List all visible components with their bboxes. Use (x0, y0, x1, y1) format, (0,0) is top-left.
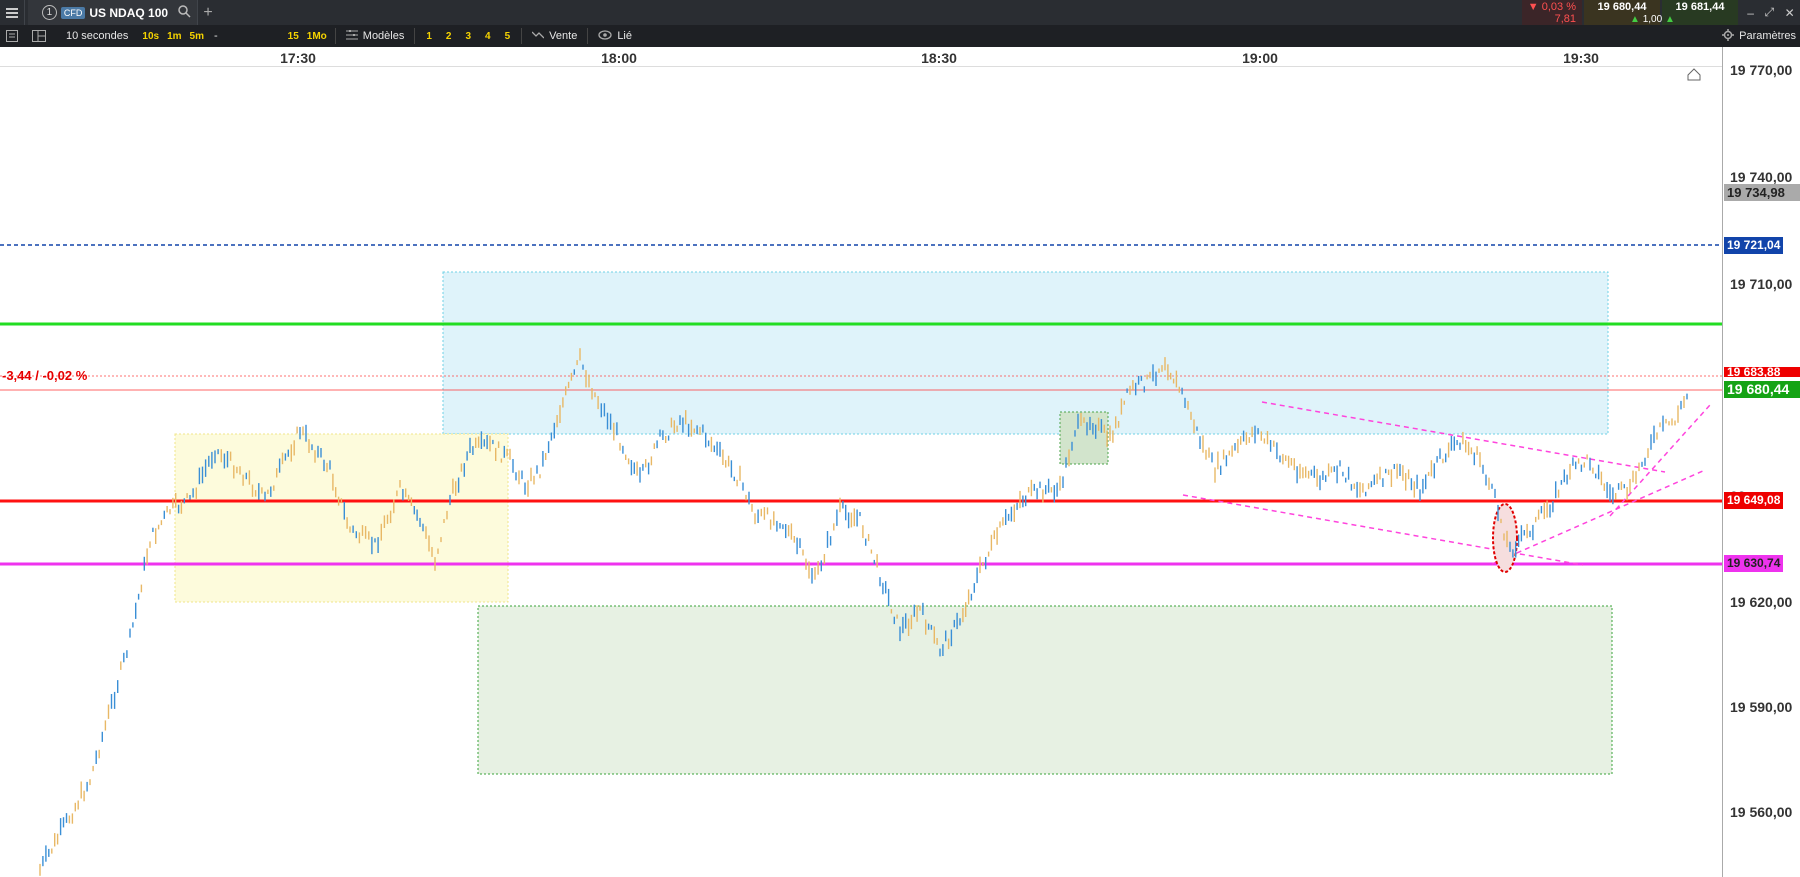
sell-label: Vente (549, 30, 578, 42)
divider (521, 28, 523, 44)
price-label: 19 590,00 (1730, 699, 1793, 715)
time-label: 19:30 (1563, 50, 1599, 66)
divider (587, 28, 589, 44)
instrument-name: US NDAQ 100 (89, 5, 169, 20)
search-icon[interactable] (178, 4, 191, 21)
slot-1[interactable]: 1 (419, 31, 439, 42)
magenta-level-tag: 19 630,74 (1724, 555, 1784, 572)
divider (414, 28, 416, 44)
chart-toolbar: 10 secondes 10s 1m 5m - 15 1Mo Modèles 1… (0, 25, 1800, 47)
linked-label: Lié (617, 30, 632, 42)
blue-level-tag: 19 721,04 (1724, 237, 1784, 254)
trend-line-lower[interactable] (1182, 494, 1584, 566)
hamburger-icon[interactable] (0, 0, 25, 25)
tab-number: 1 (41, 5, 57, 20)
ask-price: 19 681,44 (1675, 1, 1725, 13)
interval-selector[interactable]: 10 secondes (52, 25, 138, 47)
models-label: Modèles (362, 30, 405, 42)
layout-icon[interactable] (26, 25, 52, 47)
price-label: 19 620,00 (1730, 594, 1793, 610)
slot-3[interactable]: 3 (458, 31, 478, 42)
price-label: 19 560,00 (1730, 804, 1793, 820)
time-axis: 17:30 18:00 18:30 19:00 19:30 (0, 47, 1722, 67)
change-percent: ▼ 0,03 % (1527, 1, 1576, 13)
interval-5m[interactable]: 5m (186, 31, 208, 42)
gear-icon (1722, 28, 1735, 44)
price-label: 19 770,00 (1730, 62, 1793, 78)
slot-5[interactable]: 5 (498, 31, 518, 42)
models-button[interactable]: Modèles (340, 25, 411, 47)
slot-2[interactable]: 2 (439, 31, 459, 42)
expand-icon[interactable]: ⤢ (1765, 5, 1775, 20)
support-zone[interactable] (477, 605, 1613, 775)
interval-10s[interactable]: 10s (138, 31, 163, 42)
add-tab-button[interactable]: + (196, 0, 220, 25)
list-icon[interactable] (0, 25, 26, 47)
trend-line-steep[interactable] (1609, 404, 1711, 517)
sell-button[interactable]: Vente (526, 25, 583, 47)
last-price-tag: 19 680,44 (1724, 381, 1800, 398)
red-level-tag: 19 649,08 (1724, 492, 1784, 509)
price-label: 19 710,00 (1730, 276, 1793, 292)
price-chart[interactable] (0, 67, 1722, 877)
settings-label: Paramètres (1739, 30, 1796, 42)
interval-dash: - (213, 30, 218, 42)
trading-chart-window: 1 CFD US NDAQ 100 + ▼ 0,03 % 7,81 19 680… (0, 0, 1800, 877)
time-label: 19:00 (1242, 50, 1278, 66)
time-label: 17:30 (280, 50, 316, 66)
daily-change: ▼ 0,03 % 7,81 (1522, 0, 1582, 25)
sell-icon (531, 30, 545, 43)
minimize-icon[interactable]: – (1747, 6, 1754, 20)
time-label: 18:30 (921, 50, 957, 66)
bid-price: 19 680,44 (1597, 1, 1647, 13)
cfd-badge: CFD (60, 6, 86, 19)
link-icon (598, 29, 612, 43)
red-level-hidden-tag: 19 683,88 (1724, 367, 1800, 377)
highlight-ellipse[interactable] (1492, 503, 1518, 573)
range-1mo[interactable]: 1Mo (303, 31, 331, 42)
settings-button[interactable]: Paramètres (1722, 25, 1796, 47)
spread-text: 1,00 (1642, 14, 1663, 25)
change-absolute: 7,81 (1554, 13, 1576, 25)
top-bar: 1 CFD US NDAQ 100 + ▼ 0,03 % 7,81 19 680… (0, 0, 1800, 25)
divider (334, 28, 336, 44)
instrument-tab[interactable]: 1 CFD US NDAQ 100 (28, 0, 198, 25)
resistance-zone[interactable] (442, 271, 1609, 435)
trend-line-rising[interactable] (1491, 469, 1706, 565)
price-label: 19 740,00 (1730, 169, 1793, 185)
high-price-tag: 19 734,98 (1724, 184, 1800, 201)
window-controls: – ⤢ ✕ (1742, 0, 1800, 25)
templates-icon (345, 29, 358, 43)
interval-1m[interactable]: 1m (163, 31, 185, 42)
slot-4[interactable]: 4 (478, 31, 498, 42)
percent-change-label: -3,44 / -0,02 % (2, 368, 88, 383)
range-15[interactable]: 15 (284, 31, 303, 42)
spread-value: ▲ 1,00 ▲ (1630, 14, 1675, 25)
linked-button[interactable]: Lié (592, 25, 638, 47)
home-icon[interactable] (1687, 68, 1701, 81)
close-icon[interactable]: ✕ (1785, 6, 1795, 20)
time-label: 18:00 (601, 50, 637, 66)
price-axis: 19 770,00 19 740,00 19 710,00 00 19 620,… (1722, 47, 1800, 877)
